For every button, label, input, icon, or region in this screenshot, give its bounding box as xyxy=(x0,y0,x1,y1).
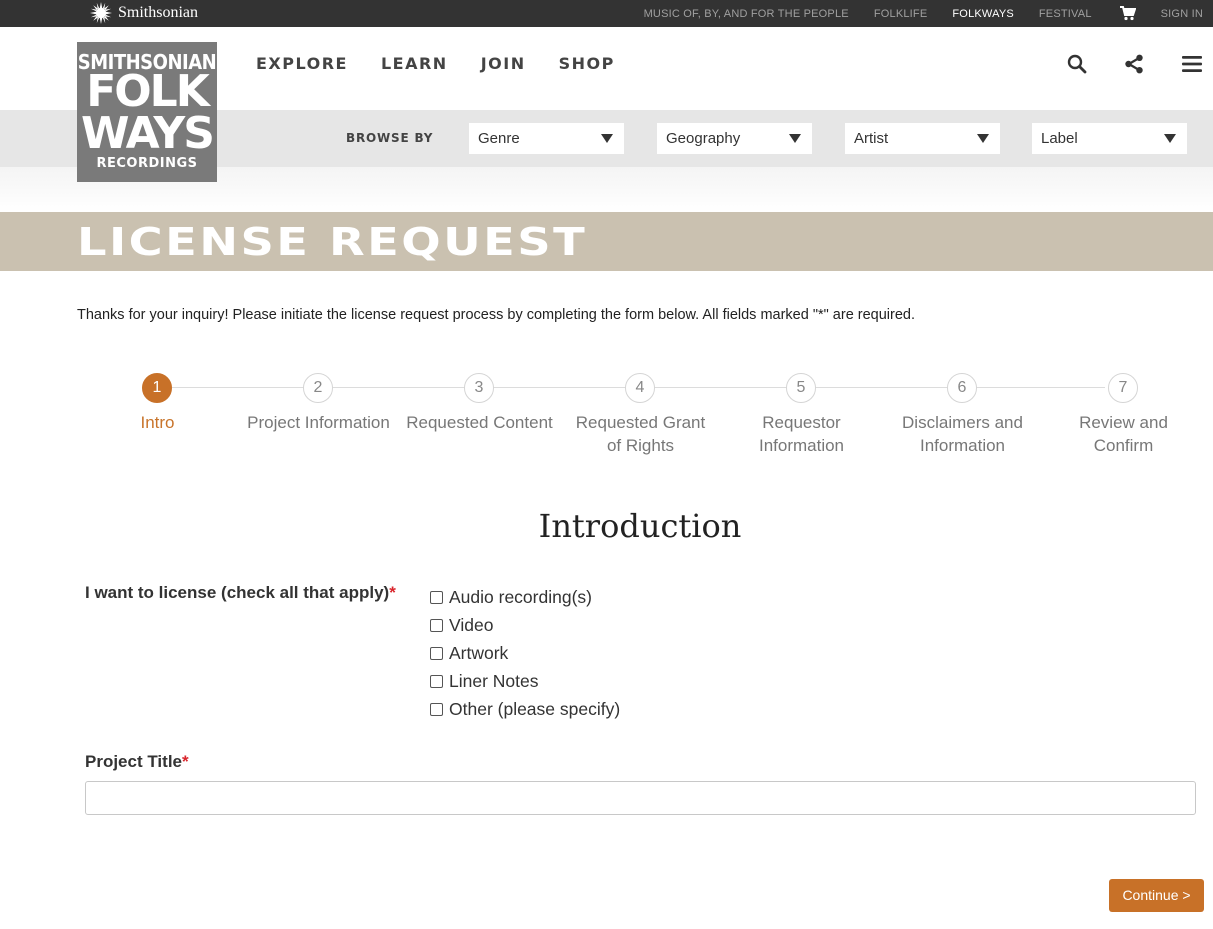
license-option-artwork[interactable]: Artwork xyxy=(430,639,620,667)
top-links: MUSIC OF, BY, AND FOR THE PEOPLE FOLKLIF… xyxy=(619,0,1203,27)
geography-select[interactable]: Geography xyxy=(657,123,812,154)
step-6-number: 6 xyxy=(947,373,977,403)
step-5-label: Requestor Information xyxy=(758,413,845,455)
step-7-label: Review and Confirm xyxy=(1079,413,1168,455)
license-option-label: Artwork xyxy=(449,642,509,663)
geography-select-value: Geography xyxy=(666,130,741,147)
top-link-festival[interactable]: FESTIVAL xyxy=(1039,8,1092,20)
license-option-label: Other (please specify) xyxy=(449,698,621,719)
license-label-text: I want to license (check all that apply) xyxy=(85,583,390,602)
nav-shop[interactable]: SHOP xyxy=(559,54,615,73)
checkbox[interactable] xyxy=(430,702,443,716)
header-icons xyxy=(1063,52,1213,76)
license-option-liner-notes[interactable]: Liner Notes xyxy=(430,667,620,695)
project-title-label-text: Project Title xyxy=(85,752,182,771)
caret-down-icon xyxy=(977,134,989,143)
nav-explore[interactable]: EXPLORE xyxy=(256,54,348,73)
smithsonian-logo[interactable]: Smithsonian xyxy=(90,2,198,24)
top-link-folklife[interactable]: FOLKLIFE xyxy=(874,8,928,20)
genre-select-value: Genre xyxy=(478,130,520,147)
required-mark: * xyxy=(182,752,189,771)
label-select[interactable]: Label xyxy=(1032,123,1187,154)
step-3-label: Requested Content xyxy=(406,413,553,432)
cart-icon[interactable] xyxy=(1119,6,1136,21)
page-banner: LICENSE REQUEST xyxy=(0,212,1213,271)
top-link-music[interactable]: MUSIC OF, BY, AND FOR THE PEOPLE xyxy=(644,8,849,20)
license-option-other[interactable]: Other (please specify) xyxy=(430,695,620,723)
caret-down-icon xyxy=(1164,134,1176,143)
nav-join[interactable]: JOIN xyxy=(481,54,526,73)
license-option-label: Video xyxy=(449,614,494,635)
step-3-number: 3 xyxy=(464,373,494,403)
intro-text: Thanks for your inquiry! Please initiate… xyxy=(77,307,916,323)
caret-down-icon xyxy=(601,134,613,143)
license-option-audio[interactable]: Audio recording(s) xyxy=(430,583,620,611)
progress-stepper: 1 Intro 2 Project Information 3 Requeste… xyxy=(77,373,1204,463)
smithsonian-logo-text: Smithsonian xyxy=(118,4,199,21)
license-option-label: Liner Notes xyxy=(449,670,539,691)
step-2-number: 2 xyxy=(303,373,333,403)
project-title-input[interactable] xyxy=(85,781,1196,815)
logo-line-4: RECORDINGS xyxy=(96,156,198,171)
step-1-label: Intro xyxy=(140,413,175,432)
menu-icon[interactable] xyxy=(1180,52,1204,76)
logo-line-3: WAYS xyxy=(81,108,215,159)
page-title: LICENSE REQUEST xyxy=(77,220,588,264)
continue-button[interactable]: Continue > xyxy=(1109,879,1204,912)
top-link-folkways[interactable]: FOLKWAYS xyxy=(952,8,1014,20)
step-5-number: 5 xyxy=(786,373,816,403)
share-icon[interactable] xyxy=(1122,52,1146,76)
folkways-logo[interactable]: SMITHSONIAN FOLK WAYS RECORDINGS xyxy=(77,42,217,182)
license-label: I want to license (check all that apply)… xyxy=(85,583,396,603)
browse-by-label: BROWSE BY xyxy=(346,131,434,145)
sunburst-icon xyxy=(90,2,112,24)
artist-select[interactable]: Artist xyxy=(845,123,1000,154)
license-option-label: Audio recording(s) xyxy=(449,586,592,607)
label-select-value: Label xyxy=(1041,130,1078,147)
checkbox[interactable] xyxy=(430,674,443,688)
main-nav: EXPLORE LEARN JOIN SHOP xyxy=(256,54,615,73)
step-1-number: 1 xyxy=(142,373,172,403)
required-mark: * xyxy=(389,583,396,602)
step-2-label: Project Information xyxy=(247,413,390,432)
checkbox[interactable] xyxy=(430,618,443,632)
caret-down-icon xyxy=(789,134,801,143)
sign-in-link[interactable]: SIGN IN xyxy=(1161,8,1203,20)
step-6-label: Disclaimers and Information xyxy=(902,413,1023,455)
nav-learn[interactable]: LEARN xyxy=(381,54,448,73)
search-icon[interactable] xyxy=(1065,52,1089,76)
license-option-video[interactable]: Video xyxy=(430,611,620,639)
top-utility-bar: Smithsonian MUSIC OF, BY, AND FOR THE PE… xyxy=(0,0,1213,27)
step-7-number: 7 xyxy=(1108,373,1138,403)
artist-select-value: Artist xyxy=(854,130,889,147)
step-4-label: Requested Grant of Rights xyxy=(575,413,706,455)
step-4-number: 4 xyxy=(625,373,655,403)
license-options: Audio recording(s) Video Artwork Liner N… xyxy=(430,583,620,723)
checkbox[interactable] xyxy=(430,590,443,604)
section-title: Introduction xyxy=(538,507,742,545)
project-title-label: Project Title* xyxy=(85,752,189,772)
checkbox[interactable] xyxy=(430,646,443,660)
genre-select[interactable]: Genre xyxy=(469,123,624,154)
